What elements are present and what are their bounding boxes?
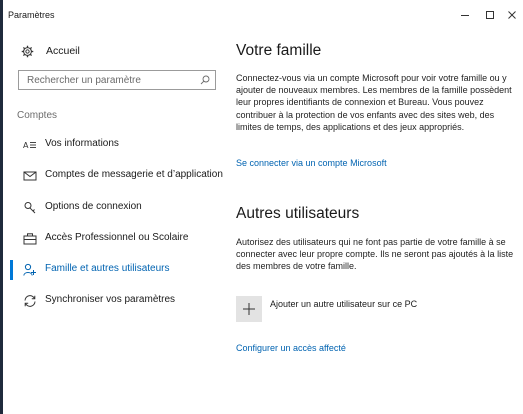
close-button[interactable] [501,6,523,24]
assigned-access-link[interactable]: Configurer un accès affecté [236,343,346,353]
mail-icon [23,171,37,181]
gear-icon [21,45,34,57]
plus-icon [243,303,255,315]
search-box[interactable] [18,70,216,90]
close-icon [508,11,516,19]
sidebar-item-acces-professionnel[interactable]: Accès Professionnel ou Scolaire [3,229,225,249]
home-label: Accueil [46,45,80,57]
sidebar-item-label: Options de connexion [45,201,142,212]
sidebar-item-famille[interactable]: Famille et autres utilisateurs [3,260,225,280]
family-description: Connectez-vous via un compte Microsoft p… [236,73,512,132]
sidebar-item-label: Vos informations [45,138,119,149]
sidebar-item-vos-informations[interactable]: A Vos informations [3,135,225,155]
add-user-button[interactable]: Ajouter un autre utilisateur sur ce PC [236,296,516,322]
family-heading: Votre famille [236,42,322,59]
section-label-comptes: Comptes [17,110,58,121]
maximize-button[interactable] [479,6,501,24]
add-user-label: Ajouter un autre utilisateur sur ce PC [270,299,418,309]
briefcase-icon [23,233,37,245]
search-input[interactable] [19,71,197,89]
key-icon [24,202,36,214]
minimize-button[interactable] [454,6,476,24]
sidebar-item-options-connexion[interactable]: Options de connexion [3,198,225,218]
maximize-icon [486,11,494,19]
sync-icon [24,295,36,307]
people-icon [23,263,36,276]
sidebar-item-label: Accès Professionnel ou Scolaire [45,232,189,243]
microsoft-signin-link[interactable]: Se connecter via un compte Microsoft [236,158,387,168]
sidebar: Accueil Comptes A Vos informations [3,32,225,414]
sidebar-item-comptes-messagerie[interactable]: Comptes de messagerie et d’application [3,166,225,186]
contact-card-icon: A [23,141,36,150]
other-users-description: Autorisez des utilisateurs qui ne font p… [236,237,514,272]
sidebar-item-synchroniser[interactable]: Synchroniser vos paramètres [3,291,225,311]
minimize-icon [461,15,469,16]
svg-text:A: A [23,141,29,150]
window-title: Paramètres [8,10,55,20]
sidebar-item-label: Synchroniser vos paramètres [45,294,176,305]
settings-window: Paramètres Accueil Rechercher un paramèt… [3,0,523,414]
selection-indicator [10,260,13,280]
add-user-tile[interactable] [236,296,262,322]
sidebar-item-label: Famille et autres utilisateurs [45,263,170,274]
sidebar-item-label: Comptes de messagerie et d’application [45,169,223,180]
title-bar[interactable]: Paramètres [3,0,523,32]
home-button[interactable]: Accueil [21,42,80,60]
search-icon[interactable] [200,75,210,85]
other-users-heading: Autres utilisateurs [236,205,360,222]
